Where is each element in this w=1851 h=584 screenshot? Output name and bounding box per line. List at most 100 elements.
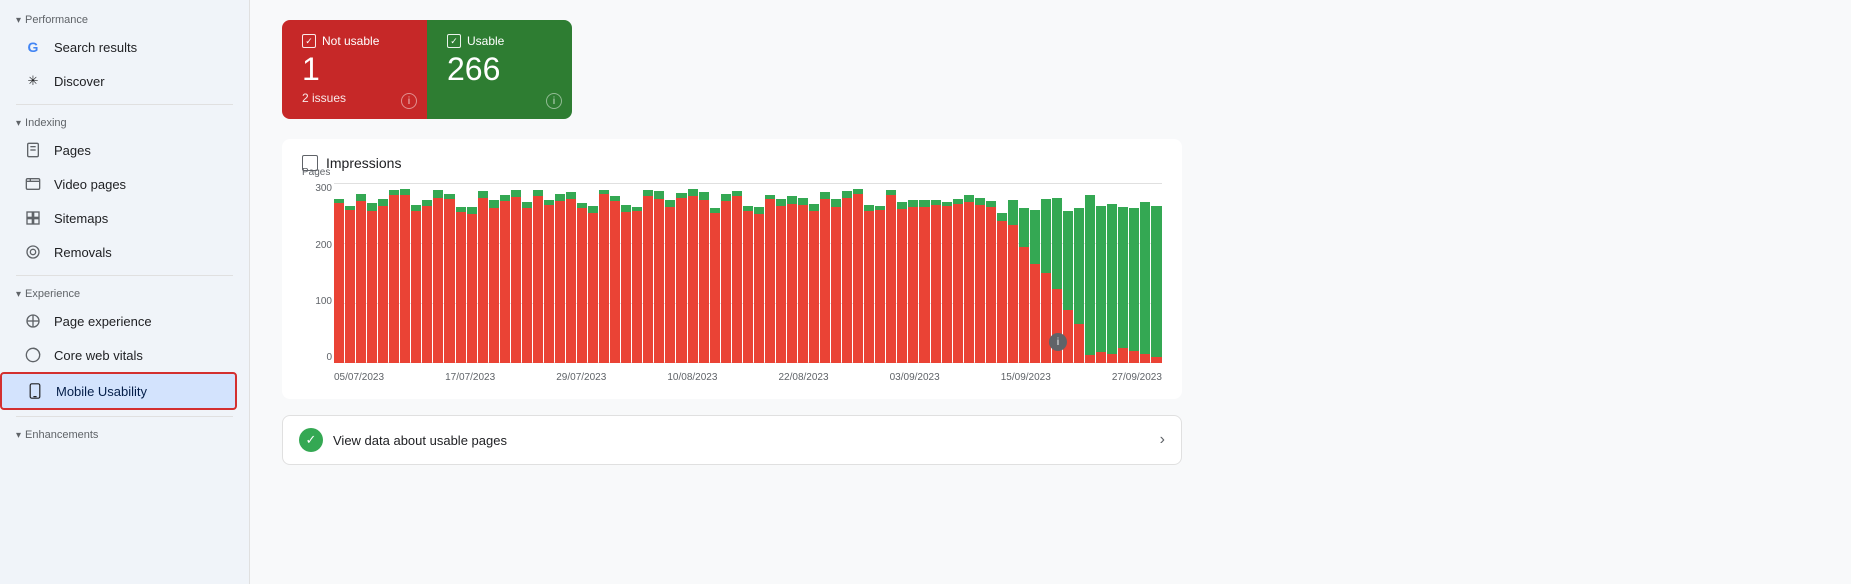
sidebar-item-search-results[interactable]: G Search results <box>0 30 237 64</box>
chart-bar-group <box>931 183 941 363</box>
sidebar-item-page-experience[interactable]: Page experience <box>0 304 237 338</box>
sidebar-item-label: Core web vitals <box>54 348 143 363</box>
bar-green <box>699 192 709 200</box>
bar-red <box>411 211 421 363</box>
bar-red <box>378 206 388 363</box>
bar-red <box>997 221 1007 364</box>
indexing-section-header[interactable]: ▾ Indexing <box>0 111 249 133</box>
not-usable-card[interactable]: ✓ Not usable 1 2 issues i <box>282 20 427 119</box>
chart-bar-group <box>444 183 454 363</box>
sidebar-item-removals[interactable]: Removals <box>0 235 237 269</box>
bar-red <box>511 197 521 363</box>
chart-bar-group <box>588 183 598 363</box>
sidebar-item-core-web-vitals[interactable]: Core web vitals <box>0 338 237 372</box>
bar-red <box>566 199 576 363</box>
not-usable-count: 1 <box>302 52 407 87</box>
not-usable-info-icon[interactable]: i <box>401 93 417 109</box>
bar-green <box>1074 208 1084 324</box>
chart-bar-group <box>897 183 907 363</box>
bar-red <box>710 213 720 363</box>
chart-bar-group <box>478 183 488 363</box>
bar-red <box>577 208 587 363</box>
chart-bar-group <box>456 183 466 363</box>
experience-label: Experience <box>25 288 80 300</box>
chart-bar-group <box>986 183 996 363</box>
x-axis-label: 17/07/2023 <box>445 372 495 383</box>
divider-1 <box>16 104 233 105</box>
info-label: i <box>553 96 555 107</box>
bar-green <box>588 206 598 213</box>
bar-red <box>975 205 985 363</box>
bar-green <box>1096 206 1106 352</box>
status-cards: ✓ Not usable 1 2 issues i ✓ Usable 266 i <box>282 20 572 119</box>
view-data-button[interactable]: ✓ View data about usable pages › <box>282 415 1182 465</box>
chart-bar-group <box>1096 183 1106 363</box>
chart-bar-group <box>875 183 885 363</box>
chevron-right-icon: › <box>1160 431 1165 449</box>
usable-card[interactable]: ✓ Usable 266 i <box>427 20 572 119</box>
chart-bar-group <box>908 183 918 363</box>
chart-bar-group <box>433 183 443 363</box>
chart-bar-group <box>621 183 631 363</box>
bar-green <box>566 192 576 200</box>
bar-red <box>467 214 477 363</box>
y-label-0: 0 <box>302 352 332 363</box>
bar-red <box>986 207 996 363</box>
bar-red <box>721 201 731 363</box>
sidebar-item-video-pages[interactable]: Video pages <box>0 167 237 201</box>
bar-red <box>555 201 565 364</box>
chart-bar-group <box>820 183 830 363</box>
chart-bar-group <box>566 183 576 363</box>
chart-bar-group <box>864 183 874 363</box>
chart-bar-group <box>533 183 543 363</box>
chart-bar-group <box>1085 183 1095 363</box>
enhancements-chevron: ▾ <box>16 430 21 441</box>
enhancements-section-header[interactable]: ▾ Enhancements <box>0 423 249 445</box>
chart-bar-group <box>654 183 664 363</box>
chart-section: Impressions Pages 300 200 100 0 <box>282 139 1182 399</box>
chart-y-label: Pages <box>302 167 330 178</box>
bar-red <box>1085 355 1095 363</box>
bar-red <box>400 195 410 363</box>
sidebar-item-discover[interactable]: ✳ Discover <box>0 64 237 98</box>
sidebar: ▾ Performance G Search results ✳ Discove… <box>0 0 250 584</box>
sidebar-item-sitemaps[interactable]: Sitemaps <box>0 201 237 235</box>
chart-bar-group <box>356 183 366 363</box>
sidebar-item-pages[interactable]: Pages <box>0 133 237 167</box>
bar-red <box>688 196 698 364</box>
bar-red <box>599 194 609 363</box>
bar-red <box>665 207 675 363</box>
chart-bar-group <box>964 183 974 363</box>
chart-bar-group <box>809 183 819 363</box>
experience-section-header[interactable]: ▾ Experience <box>0 282 249 304</box>
removals-icon <box>24 243 42 261</box>
chart-tooltip: i <box>1049 333 1067 351</box>
bar-red <box>809 211 819 364</box>
not-usable-checkbox: ✓ <box>302 34 316 48</box>
chart-bar-group <box>676 183 686 363</box>
x-axis-label: 15/09/2023 <box>1001 372 1051 383</box>
chart-bar-group <box>886 183 896 363</box>
chart-bar-group <box>632 183 642 363</box>
divider-2 <box>16 275 233 276</box>
chart-bar-group <box>411 183 421 363</box>
bar-red <box>1030 264 1040 363</box>
chart-bar-group <box>853 183 863 363</box>
chart-bars <box>334 183 1162 363</box>
usable-info-icon[interactable]: i <box>546 93 562 109</box>
bar-red <box>422 206 432 363</box>
chart-bar-group <box>787 183 797 363</box>
green-check-icon: ✓ <box>299 428 323 452</box>
sidebar-item-label: Removals <box>54 245 112 260</box>
bar-green <box>511 190 521 197</box>
bar-red <box>588 213 598 363</box>
bar-red <box>1151 357 1161 363</box>
x-axis-label: 27/09/2023 <box>1112 372 1162 383</box>
bar-red <box>654 199 664 364</box>
sidebar-item-mobile-usability[interactable]: Mobile Usability <box>0 372 237 410</box>
performance-section-header[interactable]: ▾ Performance <box>0 8 249 30</box>
bar-red <box>931 205 941 363</box>
chart-bar-group <box>1129 183 1139 363</box>
indexing-chevron: ▾ <box>16 118 21 129</box>
bar-red <box>754 214 764 364</box>
